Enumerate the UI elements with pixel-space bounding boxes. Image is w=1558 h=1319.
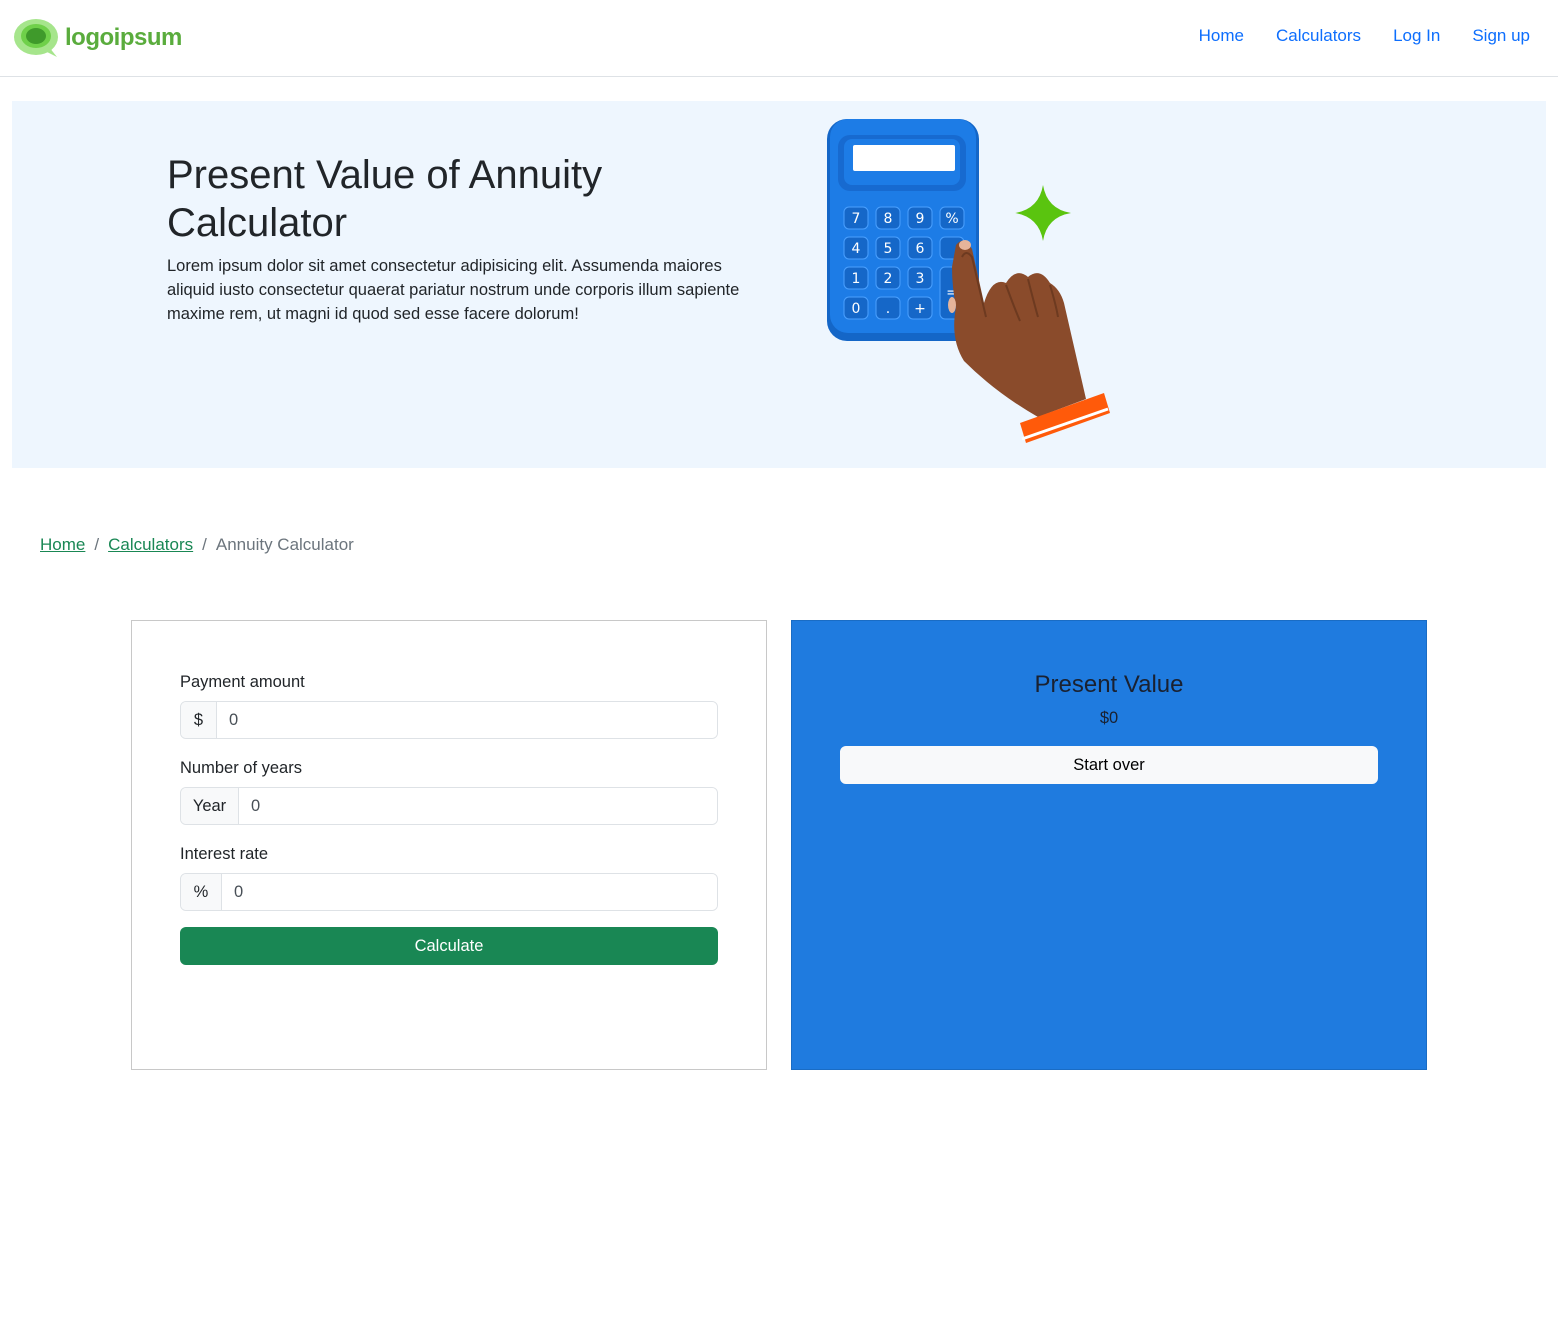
key-3: 3 (916, 271, 925, 287)
interest-rate-label: Interest rate (180, 845, 269, 863)
calculator-form-card: Payment amount $ Number of years Year In… (131, 620, 767, 1070)
logo-icon (14, 19, 58, 57)
page-title: Present Value of Annuity Calculator (167, 153, 603, 245)
main-nav: Home Calculators Log In Sign up (1199, 24, 1530, 48)
nav-login-link[interactable]: Log In (1393, 24, 1440, 48)
number-of-years-group: Year (180, 787, 718, 825)
interest-rate-input[interactable] (222, 874, 717, 910)
breadcrumb-separator: / (94, 535, 100, 554)
present-value-output: $0 (1099, 709, 1119, 727)
key-dot: . (886, 301, 890, 317)
key-8: 8 (884, 211, 893, 227)
result-title: Present Value (1034, 671, 1184, 698)
hero-banner: Present Value of Annuity Calculator Lore… (12, 101, 1546, 468)
result-card: Present Value $0 Start over (791, 620, 1427, 1070)
sparkle-icon (1015, 185, 1071, 241)
key-2: 2 (884, 271, 893, 287)
key-9: 9 (916, 211, 925, 227)
key-0: 0 (852, 301, 861, 317)
number-of-years-input[interactable] (239, 788, 717, 824)
payment-currency-addon: $ (181, 702, 217, 738)
number-of-years-label: Number of years (180, 759, 302, 777)
breadcrumb: Home / Calculators / Annuity Calculator (40, 533, 354, 557)
key-5: 5 (884, 241, 893, 257)
years-unit-addon: Year (181, 788, 239, 824)
nav-signup-link[interactable]: Sign up (1472, 24, 1530, 48)
breadcrumb-separator: / (202, 535, 207, 554)
nav-calculators-link[interactable]: Calculators (1276, 24, 1361, 48)
breadcrumb-calculators-link[interactable]: Calculators (108, 533, 193, 557)
calculate-button[interactable]: Calculate (180, 927, 718, 965)
hero-description: Lorem ipsum dolor sit amet consectetur a… (167, 257, 740, 323)
top-navbar: logoipsum Home Calculators Log In Sign u… (0, 0, 1558, 77)
brand-logo-link[interactable]: logoipsum (13, 17, 182, 59)
brand-name: logoipsum (65, 24, 182, 51)
breadcrumb-current: Annuity Calculator (215, 535, 354, 554)
nav-home-link[interactable]: Home (1199, 24, 1244, 48)
key-6: 6 (916, 241, 925, 257)
key-7: 7 (852, 211, 861, 227)
key-4: 4 (852, 241, 861, 257)
key-1: 1 (852, 271, 861, 287)
percent-addon: % (181, 874, 222, 910)
key-percent: % (945, 211, 958, 227)
payment-amount-group: $ (180, 701, 718, 739)
calculator-hand-illustration: 7 8 9 % 4 5 6 1 2 3 = 0 . + (827, 119, 1110, 443)
breadcrumb-home-link[interactable]: Home (40, 533, 85, 557)
key-plus: + (914, 301, 926, 317)
payment-amount-label: Payment amount (180, 673, 305, 691)
hand-icon (948, 240, 1086, 417)
start-over-button[interactable]: Start over (840, 746, 1378, 784)
payment-amount-input[interactable] (217, 702, 717, 738)
interest-rate-group: % (180, 873, 718, 911)
